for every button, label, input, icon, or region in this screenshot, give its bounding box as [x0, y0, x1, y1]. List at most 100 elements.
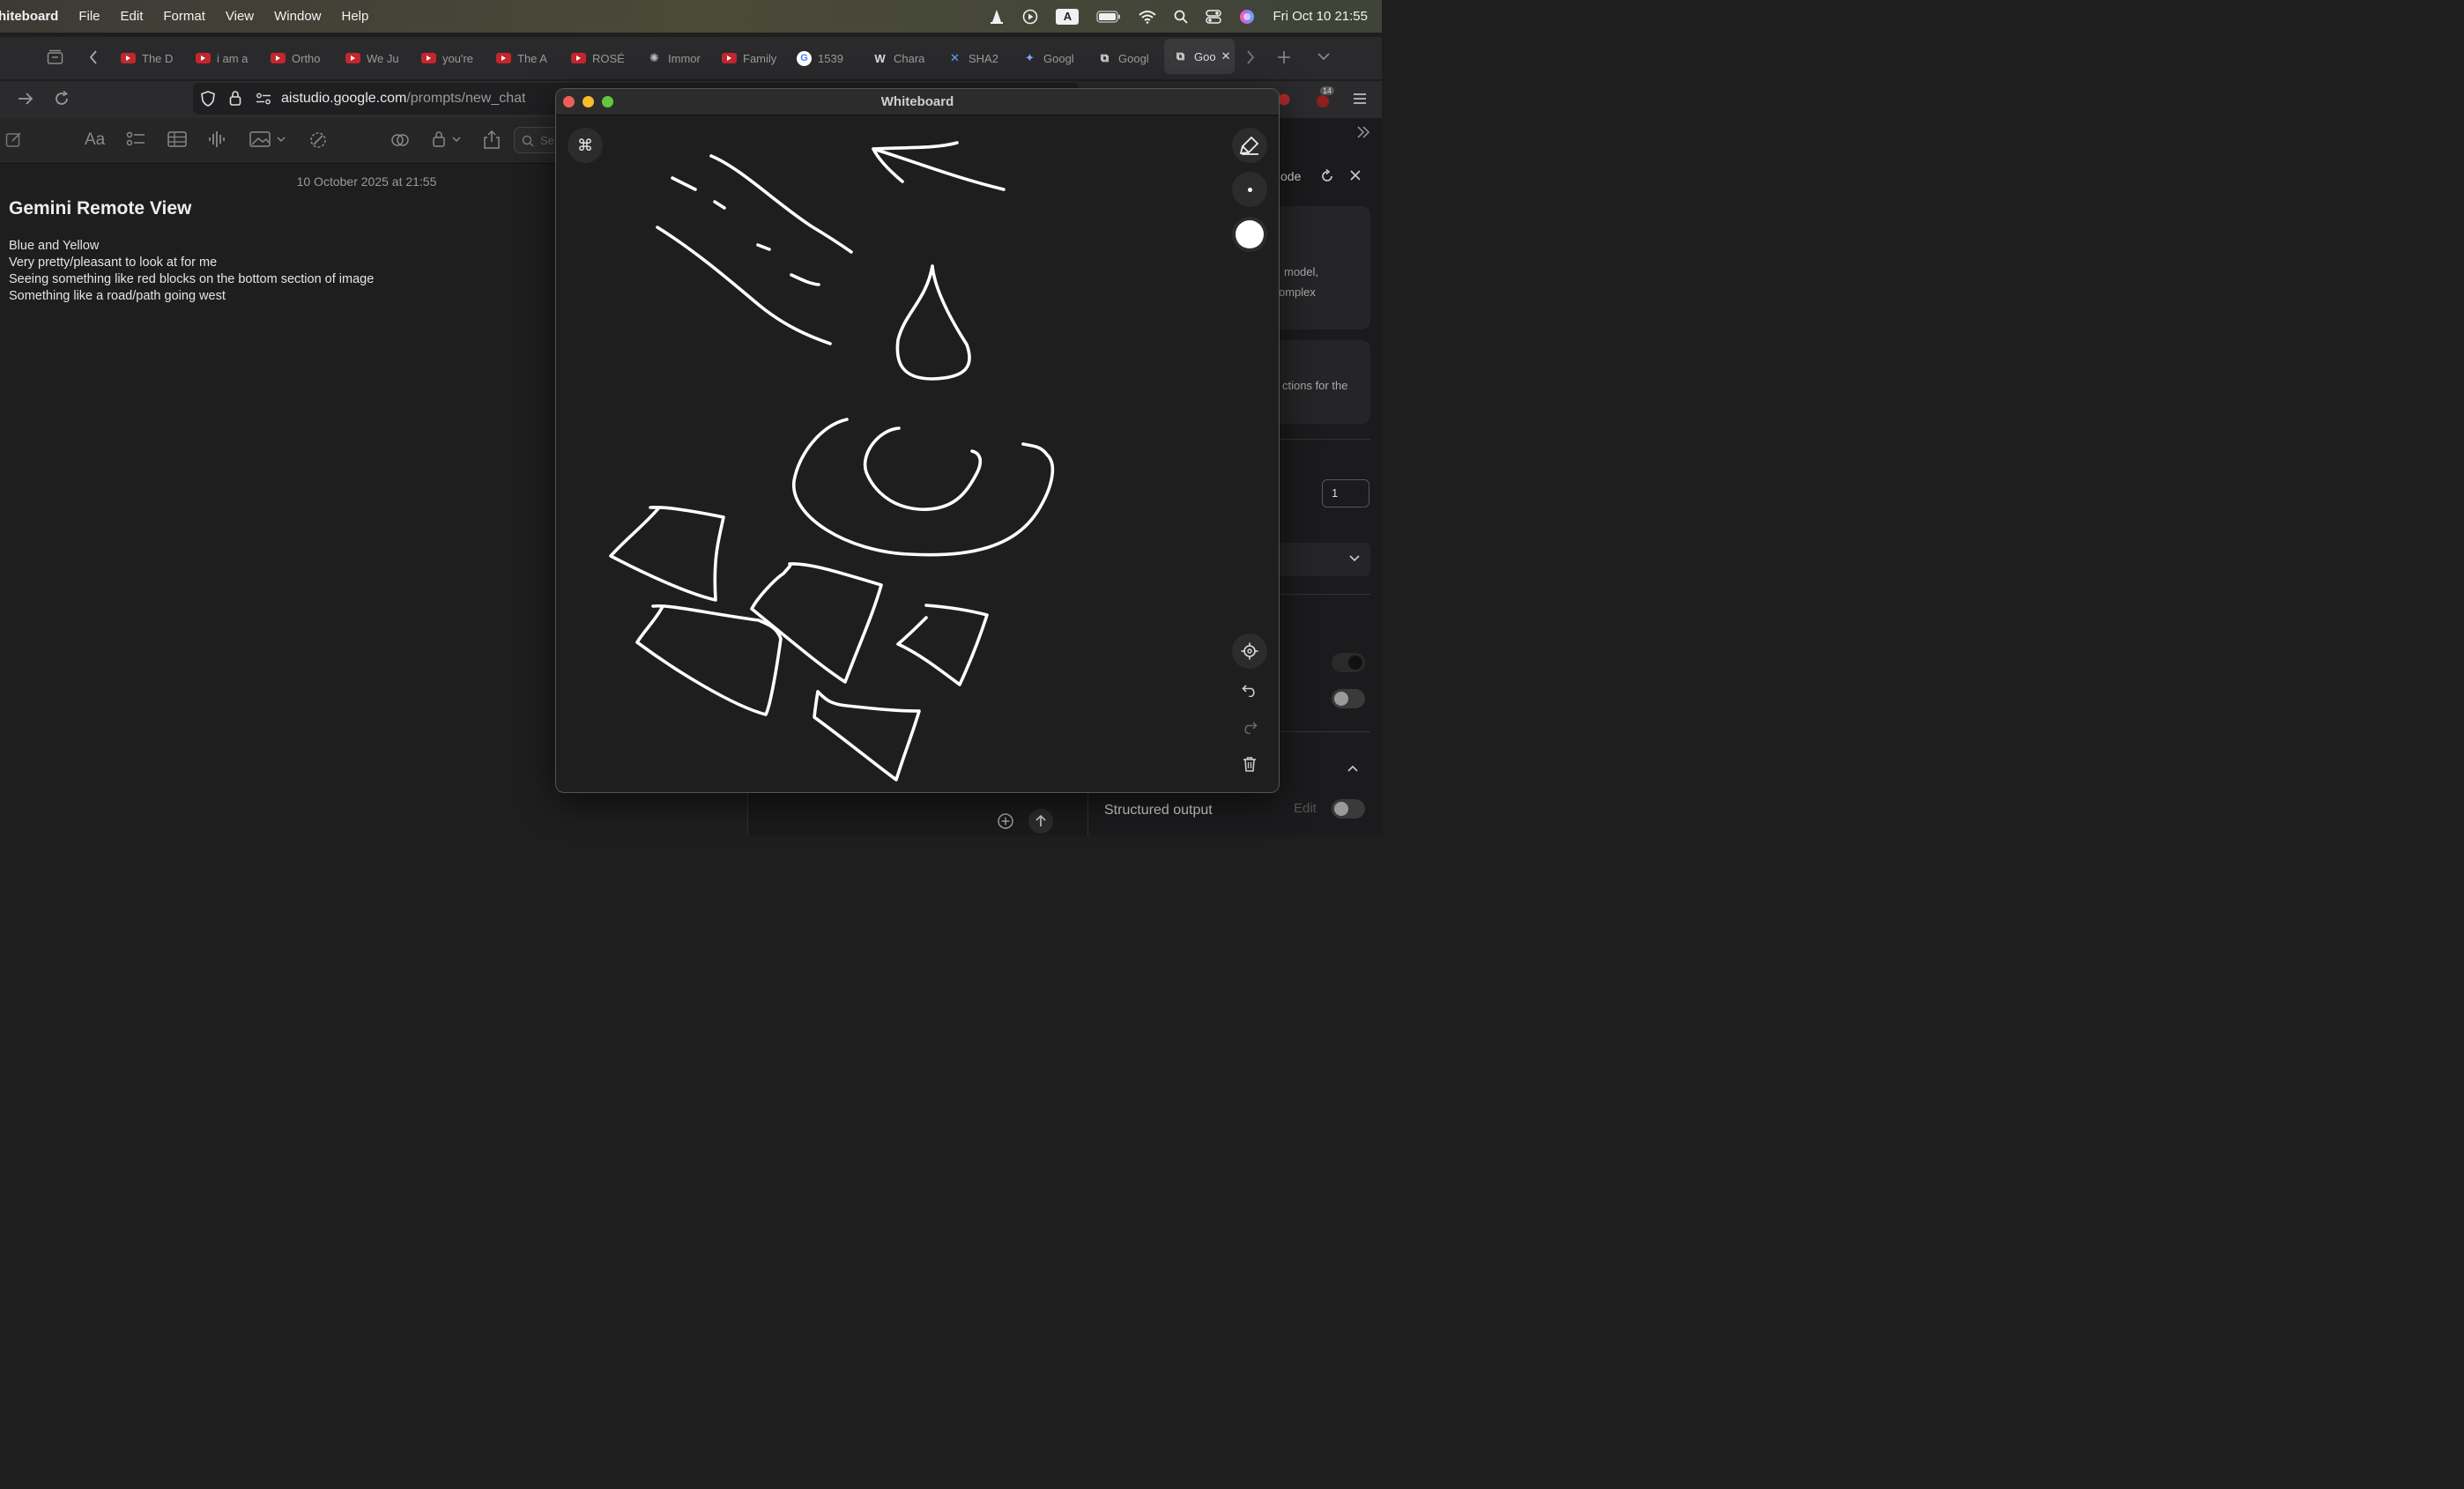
tabs-scroll-right-icon[interactable] — [1245, 49, 1256, 65]
checklist-icon[interactable] — [126, 130, 145, 148]
audio-waveform-icon[interactable] — [208, 130, 227, 148]
lock-note-icon[interactable] — [432, 130, 464, 148]
writing-tools-icon[interactable] — [308, 130, 328, 150]
add-circle-icon[interactable] — [997, 812, 1014, 830]
redo-icon[interactable] — [1242, 720, 1258, 734]
browser-tab[interactable]: We Ju — [345, 47, 400, 70]
wikipedia-icon: W — [874, 51, 886, 65]
close-panel-icon[interactable] — [1349, 169, 1362, 181]
structured-output-toggle[interactable] — [1332, 799, 1365, 819]
browser-tab[interactable]: ⧉ Googl — [1097, 47, 1152, 70]
browser-tab-bar: The D i am a Ortho We Ju you're The A ROSÉ ✺ Imm… — [0, 37, 1382, 79]
table-icon[interactable] — [167, 130, 187, 148]
app-name[interactable]: hiteboard — [0, 9, 58, 24]
whiteboard-titlebar[interactable]: Whiteboard — [556, 89, 1279, 115]
browser-tab[interactable]: W Chara — [872, 47, 927, 70]
chevron-up-icon[interactable] — [1347, 764, 1358, 773]
brush-size-button[interactable] — [1232, 172, 1267, 207]
siri-icon[interactable] — [1239, 9, 1255, 25]
external-icon: ⧉ — [1100, 51, 1110, 64]
tab-list-chevron-icon[interactable] — [1317, 51, 1331, 62]
number-input[interactable]: 1 — [1322, 479, 1369, 507]
youtube-icon — [345, 53, 360, 63]
vlc-cone-icon[interactable] — [989, 9, 1005, 25]
panel-divider — [1265, 439, 1370, 440]
browser-tab[interactable]: G 1539 — [797, 47, 851, 70]
select-dropdown[interactable] — [1265, 543, 1370, 576]
browser-tab[interactable]: Ortho — [271, 47, 325, 70]
collapse-panel-icon[interactable] — [1355, 125, 1371, 139]
youtube-icon — [196, 53, 211, 63]
browser-tab[interactable]: The D — [121, 47, 175, 70]
lock-icon[interactable] — [229, 90, 241, 106]
site-settings-icon[interactable] — [256, 93, 271, 105]
menu-help[interactable]: Help — [342, 9, 369, 24]
menu-file[interactable]: File — [78, 9, 100, 24]
browser-tab[interactable]: ✦ Googl — [1022, 47, 1077, 70]
drawing-canvas[interactable] — [556, 115, 1279, 793]
media-icon[interactable] — [249, 130, 288, 148]
model-card[interactable]: model, omplex — [1265, 206, 1370, 330]
browser-tab[interactable]: The A — [496, 47, 551, 70]
tab-overview-icon[interactable] — [47, 49, 63, 65]
browser-tab[interactable]: you're — [421, 47, 476, 70]
trash-icon[interactable] — [1243, 756, 1257, 772]
collaborate-icon[interactable] — [390, 130, 410, 150]
browser-tab[interactable]: i am a — [196, 47, 250, 70]
reset-icon[interactable] — [1319, 168, 1335, 184]
browser-tab-label: you're — [442, 51, 474, 65]
browser-tab[interactable]: ✕ SHA2 — [947, 47, 1002, 70]
brush-color-button[interactable] — [1232, 217, 1267, 252]
compose-note-icon[interactable] — [5, 130, 23, 148]
hamburger-menu-icon[interactable] — [1353, 93, 1367, 105]
close-tab-icon[interactable]: ✕ — [1221, 49, 1231, 63]
toggle-knob — [1334, 692, 1348, 706]
extension-red-icon[interactable] — [1278, 92, 1290, 107]
stroke-block — [813, 690, 921, 782]
text-format-button[interactable]: Aa — [85, 130, 105, 150]
undo-icon[interactable] — [1242, 683, 1258, 697]
note-line: Very pretty/pleasant to look at for me — [9, 256, 218, 270]
control-center-icon[interactable] — [1206, 9, 1222, 24]
share-icon[interactable] — [483, 130, 501, 150]
structured-output-edit-link[interactable]: Edit — [1294, 801, 1317, 816]
note-body[interactable]: Blue and Yellow Very pretty/pleasant to … — [9, 238, 374, 305]
command-palette-button[interactable]: ⌘ — [568, 128, 603, 163]
reload-icon[interactable] — [53, 90, 71, 107]
highlighter-tool-button[interactable] — [1232, 128, 1267, 163]
forward-arrow-icon[interactable] — [17, 91, 34, 107]
note-title[interactable]: Gemini Remote View — [9, 198, 191, 219]
toggle-switch-dark[interactable] — [1332, 653, 1365, 672]
stroke-dash — [671, 176, 697, 191]
toggle-switch[interactable] — [1332, 689, 1365, 708]
extension-badge-icon[interactable]: 14 — [1315, 86, 1335, 109]
toggle-knob — [1334, 802, 1348, 816]
url-text[interactable]: aistudio.google.com/prompts/new_chat — [281, 91, 526, 107]
recenter-button[interactable] — [1232, 633, 1267, 669]
browser-tab-label: i am a — [217, 51, 249, 65]
keyboard-input-icon[interactable]: A — [1056, 8, 1080, 25]
spotlight-search-icon[interactable] — [1174, 10, 1189, 24]
note-editor[interactable]: 10 October 2025 at 21:55 Gemini Remote V… — [0, 165, 555, 835]
menubar-clock[interactable]: Fri Oct 10 21:55 — [1273, 9, 1368, 24]
browser-tab[interactable]: Family — [722, 47, 776, 70]
tabs-scroll-left-icon[interactable] — [88, 49, 99, 65]
browser-tab[interactable]: ROSÉ — [571, 47, 626, 70]
browser-tab[interactable]: ⧉ Goo ✕ — [1164, 39, 1235, 74]
whiteboard-window: Whiteboard ⌘ — [555, 88, 1280, 793]
browser-tab[interactable]: ✺ Immor — [647, 47, 701, 70]
model-card-text: omplex — [1279, 285, 1316, 299]
battery-icon[interactable] — [1096, 10, 1121, 23]
wifi-icon[interactable] — [1139, 10, 1157, 24]
system-instructions-card[interactable]: ctions for the — [1265, 340, 1370, 424]
browser-tab-label: SHA2 — [969, 51, 998, 65]
menu-view[interactable]: View — [226, 9, 254, 24]
menu-window[interactable]: Window — [274, 9, 321, 24]
send-arrow-icon[interactable] — [1028, 809, 1053, 833]
menu-edit[interactable]: Edit — [121, 9, 144, 24]
new-tab-icon[interactable] — [1276, 49, 1292, 65]
highlighter-icon — [1239, 135, 1260, 156]
play-circle-icon[interactable] — [1022, 9, 1038, 25]
menu-format[interactable]: Format — [163, 9, 205, 24]
shield-icon[interactable] — [201, 91, 215, 107]
